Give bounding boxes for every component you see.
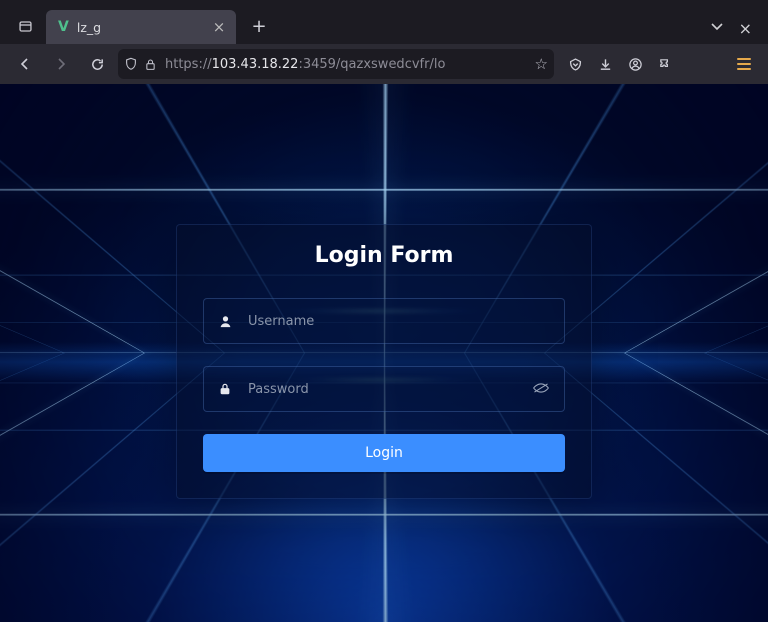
- account-icon[interactable]: [620, 49, 650, 79]
- forward-button[interactable]: [46, 49, 76, 79]
- bookmark-star-icon[interactable]: ☆: [535, 55, 548, 73]
- extensions-icon[interactable]: [650, 49, 680, 79]
- tab-favicon-icon: V: [58, 20, 69, 34]
- window-titlebar: [0, 0, 768, 8]
- login-button[interactable]: Login: [203, 434, 565, 472]
- app-menu-button[interactable]: [730, 50, 758, 78]
- shield-icon: [124, 57, 138, 71]
- recent-tabs-button[interactable]: [8, 12, 42, 40]
- username-field[interactable]: Username: [203, 298, 565, 344]
- nav-toolbar: https://103.43.18.22:3459/qazxswedcvfr/l…: [0, 44, 768, 84]
- browser-tab[interactable]: V lz_g ×: [46, 10, 236, 44]
- back-button[interactable]: [10, 49, 40, 79]
- username-placeholder: Username: [248, 314, 314, 329]
- reader-pocket-icon[interactable]: [560, 49, 590, 79]
- user-icon: [218, 314, 234, 329]
- downloads-icon[interactable]: [590, 49, 620, 79]
- reload-button[interactable]: [82, 49, 112, 79]
- tab-title: lz_g: [77, 20, 202, 35]
- tabs-dropdown-icon[interactable]: [709, 18, 725, 38]
- password-placeholder: Password: [248, 382, 309, 397]
- login-card: Login Form Username Password Login: [176, 224, 592, 499]
- window-close-icon[interactable]: ×: [739, 19, 752, 38]
- site-security-group[interactable]: [124, 57, 157, 71]
- password-field[interactable]: Password: [203, 366, 565, 412]
- tabstrip-window-controls: ×: [709, 18, 768, 38]
- tab-strip: V lz_g × + ×: [0, 8, 768, 44]
- login-button-label: Login: [365, 445, 403, 461]
- tab-close-icon[interactable]: ×: [210, 18, 228, 36]
- page-viewport: Login Form Username Password Login: [0, 84, 768, 622]
- lock-icon: [218, 382, 234, 396]
- browser-chrome: V lz_g × + × https://103.43.1: [0, 0, 768, 84]
- url-text: https://103.43.18.22:3459/qazxswedcvfr/l…: [165, 57, 527, 72]
- lock-icon: [144, 58, 157, 71]
- new-tab-button[interactable]: +: [244, 11, 274, 41]
- toggle-password-visibility-icon[interactable]: [532, 382, 550, 397]
- login-title: Login Form: [203, 243, 565, 268]
- address-bar[interactable]: https://103.43.18.22:3459/qazxswedcvfr/l…: [118, 49, 554, 79]
